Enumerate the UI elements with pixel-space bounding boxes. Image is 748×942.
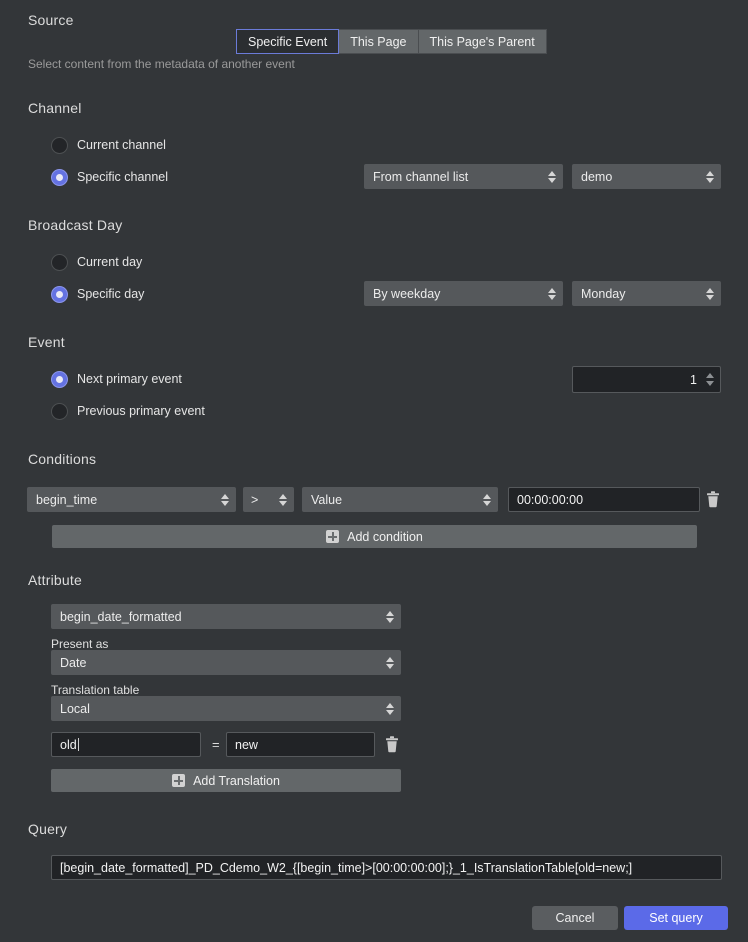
set-query-button[interactable]: Set query — [624, 906, 728, 930]
broadcast-day-value-select[interactable]: Monday — [572, 281, 721, 306]
broadcast-day-mode-select-value: By weekday — [373, 286, 441, 301]
condition-field-select[interactable]: begin_time — [27, 487, 236, 512]
translation-table-select-value: Local — [60, 701, 90, 716]
radio-specific-channel-indicator[interactable] — [51, 168, 68, 186]
radio-next-primary-event[interactable]: Next primary event — [51, 370, 182, 388]
radio-specific-channel-label: Specific channel — [77, 170, 169, 184]
chevron-updown-icon — [384, 609, 395, 625]
source-section-title: Source — [28, 12, 74, 28]
query-input[interactable]: [begin_date_formatted]_PD_Cdemo_W2_{[beg… — [51, 855, 722, 880]
tab-this-pages-parent[interactable]: This Page's Parent — [418, 29, 547, 54]
trash-icon — [386, 736, 398, 753]
radio-current-day-label: Current day — [77, 255, 143, 269]
radio-next-primary-event-indicator[interactable] — [51, 370, 68, 388]
channel-value-select-value: demo — [581, 169, 613, 184]
radio-previous-primary-event[interactable]: Previous primary event — [51, 402, 205, 420]
radio-next-primary-event-label: Next primary event — [77, 372, 182, 386]
radio-current-channel-label: Current channel — [77, 138, 166, 152]
delete-condition-button[interactable] — [706, 491, 720, 508]
broadcast-day-value-select-value: Monday — [581, 286, 626, 301]
attribute-section-title: Attribute — [28, 572, 82, 588]
radio-specific-channel[interactable]: Specific channel — [51, 168, 168, 186]
delete-translation-button[interactable] — [385, 736, 399, 753]
conditions-section-title: Conditions — [28, 451, 97, 467]
tab-this-page[interactable]: This Page — [339, 29, 419, 54]
radio-current-day-indicator[interactable] — [51, 253, 68, 271]
query-section-title: Query — [28, 821, 68, 837]
radio-specific-day-indicator[interactable] — [51, 285, 68, 303]
channel-mode-select[interactable]: From channel list — [364, 164, 563, 189]
condition-compare-type-select-value: Value — [311, 492, 343, 507]
chevron-updown-icon — [546, 286, 557, 302]
attribute-select[interactable]: begin_date_formatted — [51, 604, 401, 629]
present-as-label: Present as — [51, 637, 109, 651]
plus-icon — [172, 774, 186, 787]
add-translation-button[interactable]: Add Translation — [51, 769, 401, 792]
add-condition-label: Add condition — [347, 529, 423, 544]
chevron-updown-icon — [384, 701, 395, 717]
radio-previous-primary-event-label: Previous primary event — [77, 404, 205, 418]
plus-icon — [326, 530, 340, 543]
translation-new-input[interactable]: new — [226, 732, 375, 757]
add-translation-label: Add Translation — [193, 773, 280, 788]
chevron-updown-icon — [704, 169, 715, 185]
event-count-stepper[interactable]: 1 — [572, 366, 721, 393]
chevron-updown-icon — [546, 169, 557, 185]
radio-current-channel-indicator[interactable] — [51, 136, 68, 154]
trash-icon — [707, 491, 719, 508]
event-count-value: 1 — [690, 372, 697, 387]
radio-current-day[interactable]: Current day — [51, 253, 142, 271]
condition-value-text: 00:00:00:00 — [517, 492, 584, 507]
condition-operator-select-value: > — [251, 492, 259, 507]
chevron-updown-icon — [704, 286, 715, 302]
source-hint-text: Select content from the metadata of anot… — [28, 57, 295, 71]
translation-old-input[interactable]: old — [51, 732, 201, 757]
cancel-button[interactable]: Cancel — [532, 906, 618, 930]
present-as-select-value: Date — [60, 655, 87, 670]
stepper-arrows-icon[interactable] — [703, 370, 716, 390]
translation-table-label: Translation table — [51, 683, 140, 697]
query-builder-dialog: Source Specific Event This Page This Pag… — [0, 0, 748, 942]
translation-old-value: old — [60, 737, 77, 752]
add-condition-button[interactable]: Add condition — [52, 525, 697, 548]
broadcast-day-section-title: Broadcast Day — [28, 217, 123, 233]
channel-section-title: Channel — [28, 100, 82, 116]
present-as-select[interactable]: Date — [51, 650, 401, 675]
translation-equals-sign: = — [212, 737, 220, 752]
radio-previous-primary-event-indicator[interactable] — [51, 402, 68, 420]
radio-specific-day[interactable]: Specific day — [51, 285, 144, 303]
event-section-title: Event — [28, 334, 65, 350]
query-value: [begin_date_formatted]_PD_Cdemo_W2_{[beg… — [60, 860, 633, 875]
condition-value-input[interactable]: 00:00:00:00 — [508, 487, 700, 512]
chevron-updown-icon — [481, 492, 492, 508]
channel-value-select[interactable]: demo — [572, 164, 721, 189]
channel-mode-select-value: From channel list — [373, 169, 469, 184]
translation-new-value: new — [235, 737, 258, 752]
broadcast-day-mode-select[interactable]: By weekday — [364, 281, 563, 306]
text-caret — [77, 738, 79, 751]
condition-field-select-value: begin_time — [36, 492, 98, 507]
tab-specific-event[interactable]: Specific Event — [236, 29, 340, 54]
chevron-updown-icon — [219, 492, 230, 508]
radio-specific-day-label: Specific day — [77, 287, 145, 301]
attribute-select-value: begin_date_formatted — [60, 609, 182, 624]
condition-operator-select[interactable]: > — [243, 487, 294, 512]
source-tab-group[interactable]: Specific Event This Page This Page's Par… — [236, 29, 547, 54]
translation-table-select[interactable]: Local — [51, 696, 401, 721]
radio-current-channel[interactable]: Current channel — [51, 136, 166, 154]
chevron-updown-icon — [277, 492, 288, 508]
chevron-updown-icon — [384, 655, 395, 671]
condition-compare-type-select[interactable]: Value — [302, 487, 498, 512]
